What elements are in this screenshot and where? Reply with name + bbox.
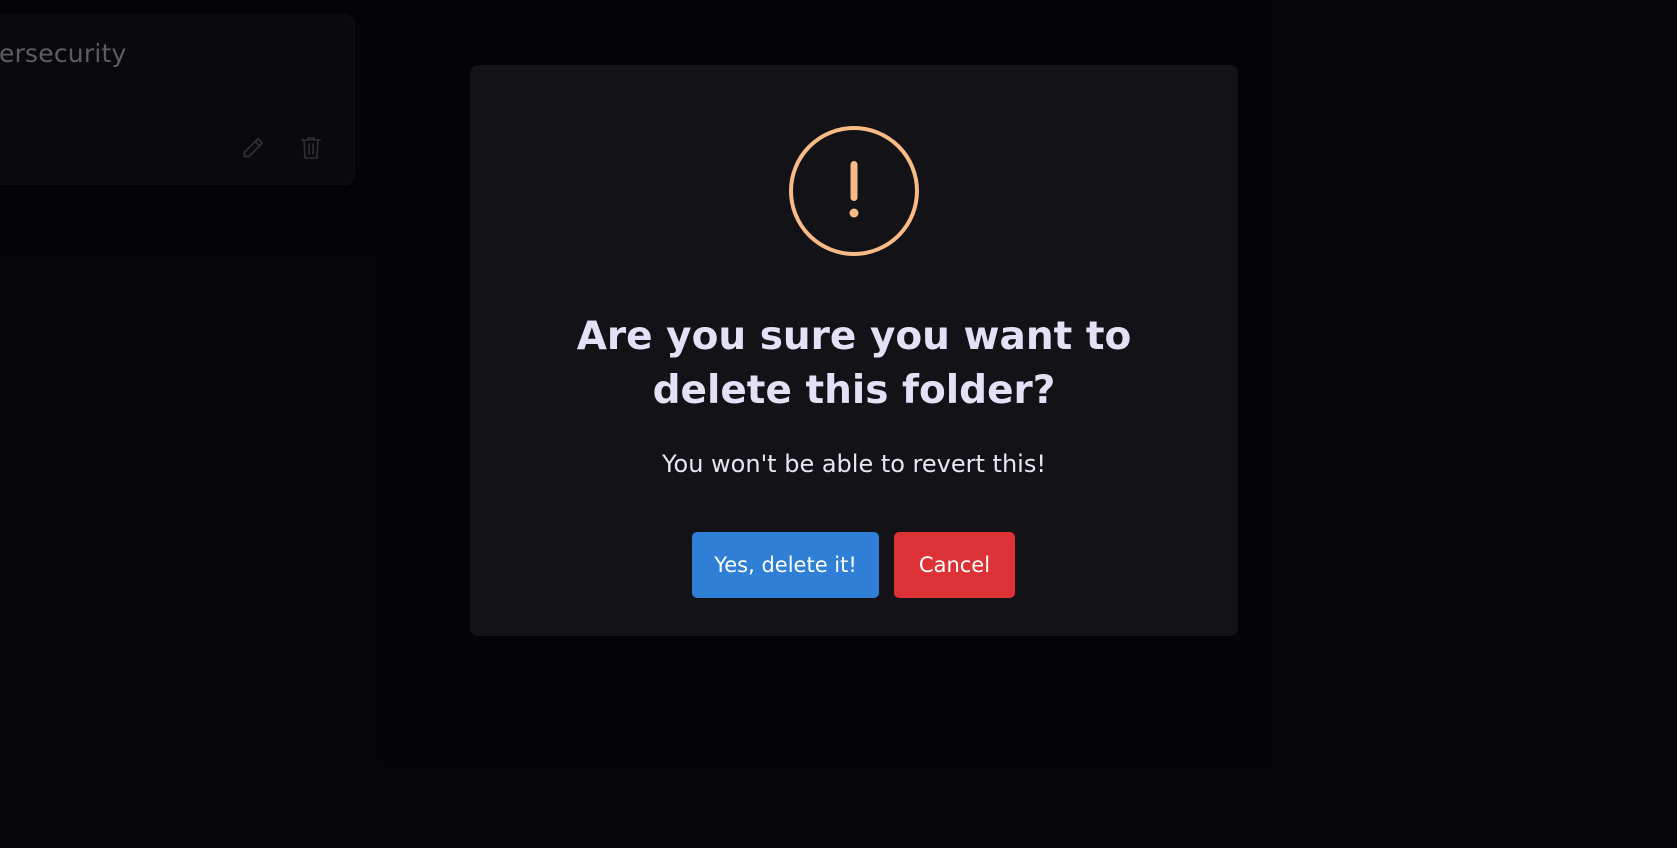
page: ersecurity Are you sure you want t bbox=[0, 0, 1677, 848]
confirm-delete-dialog: Are you sure you want to delete this fol… bbox=[470, 65, 1238, 636]
cancel-button[interactable]: Cancel bbox=[894, 532, 1015, 598]
confirm-delete-button[interactable]: Yes, delete it! bbox=[692, 532, 879, 598]
warning-icon bbox=[789, 126, 919, 256]
dialog-title: Are you sure you want to delete this fol… bbox=[576, 314, 1132, 413]
dialog-message: You won't be able to revert this! bbox=[662, 450, 1046, 478]
